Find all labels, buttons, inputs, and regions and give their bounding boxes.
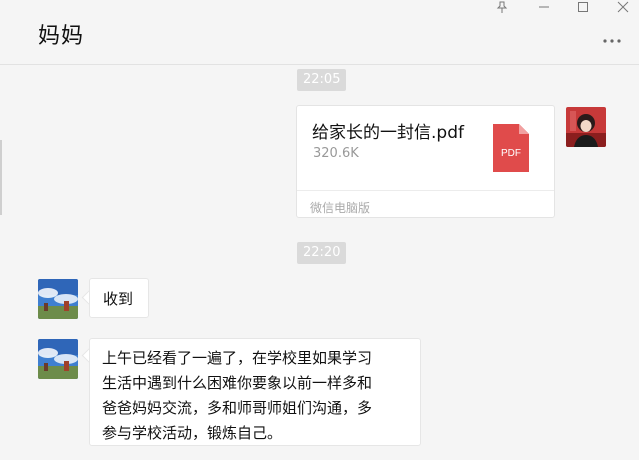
close-icon[interactable]: [614, 0, 632, 14]
message-bubble[interactable]: 收到: [89, 278, 149, 318]
message-text-line: 参与学校活动，锻炼自己。: [102, 424, 283, 442]
minimize-icon[interactable]: [535, 0, 553, 14]
file-source-label: 微信电脑版: [310, 201, 371, 215]
message-text-line: 爸爸妈妈交流，多和师哥师姐们沟通，多: [102, 399, 373, 417]
pdf-file-icon: PDF: [493, 124, 529, 172]
chat-window: 妈妈 22:05 给家长的一封信.pdf 320.6K PDF 微信电脑版 22…: [0, 0, 639, 460]
message-text-line: 上午已经看了一遍了，在学校里如果学习: [102, 349, 373, 367]
file-card-footer: 微信电脑版: [297, 190, 554, 219]
avatar[interactable]: [566, 107, 606, 147]
file-size: 320.6K: [313, 146, 359, 161]
pin-icon[interactable]: [493, 0, 511, 14]
avatar[interactable]: [38, 279, 78, 319]
message-text-line: 生活中遇到什么困难你要象以前一样多和: [102, 374, 373, 392]
file-message-card[interactable]: 给家长的一封信.pdf 320.6K PDF 微信电脑版: [296, 105, 555, 218]
window-resize-edge[interactable]: [0, 140, 2, 215]
message-timestamp: 22:20: [297, 242, 347, 264]
more-icon[interactable]: [601, 32, 623, 48]
message-text: 收到: [103, 290, 134, 308]
chat-header: 妈妈: [0, 0, 639, 65]
message-timestamp: 22:05: [297, 69, 347, 91]
message-bubble[interactable]: 上午已经看了一遍了，在学校里如果学习 生活中遇到什么困难你要象以前一样多和 爸爸…: [89, 338, 421, 446]
pdf-badge-text: PDF: [501, 148, 521, 159]
avatar[interactable]: [38, 339, 78, 379]
contact-name: 妈妈: [38, 24, 85, 49]
maximize-icon[interactable]: [574, 0, 592, 14]
file-name: 给家长的一封信.pdf: [312, 123, 464, 143]
